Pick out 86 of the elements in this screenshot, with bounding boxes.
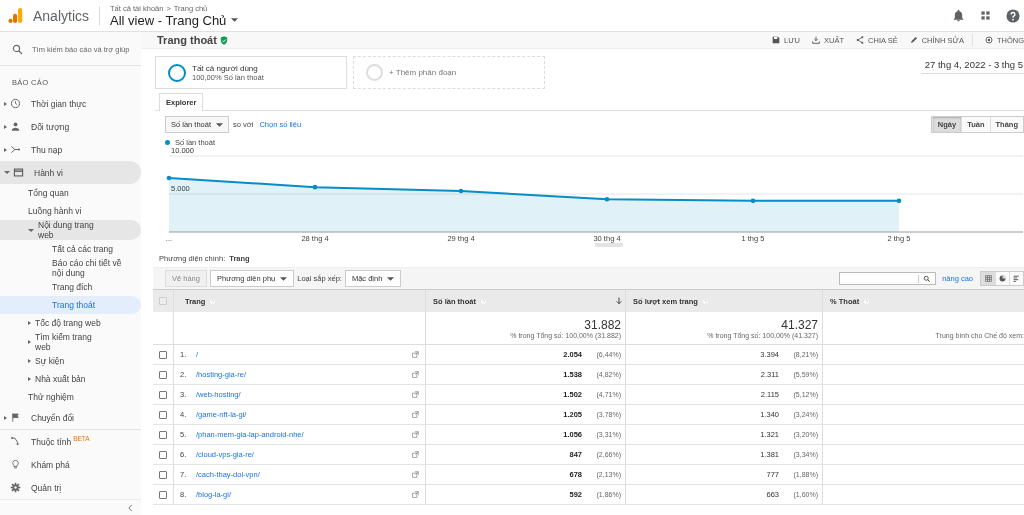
sidebar-item[interactable]: Thời gian thực bbox=[0, 92, 141, 115]
share-icon bbox=[856, 36, 865, 44]
data-point bbox=[750, 198, 756, 204]
select-all-checkbox[interactable] bbox=[159, 297, 167, 305]
bulb-icon bbox=[10, 459, 21, 470]
attribution-icon bbox=[10, 436, 21, 447]
caret-icon bbox=[231, 18, 239, 22]
sidebar-item[interactable]: Luồng hành vi bbox=[0, 202, 141, 220]
download-icon bbox=[812, 36, 821, 44]
total-value: 31.882 bbox=[584, 317, 621, 332]
open-page-icon[interactable] bbox=[412, 451, 419, 458]
sidebar-item[interactable]: Trang thoát bbox=[0, 296, 141, 314]
sidebar-item[interactable]: Nội dung trang web bbox=[0, 220, 141, 240]
sidebar-item[interactable]: Tất cả các trang bbox=[0, 240, 141, 258]
view-selector[interactable]: All view - Trang Chủ bbox=[110, 12, 239, 28]
total-value: 41.327 bbox=[781, 317, 818, 332]
table-view-button[interactable] bbox=[981, 272, 995, 285]
data-point bbox=[458, 188, 464, 194]
row-checkbox[interactable] bbox=[159, 410, 167, 419]
sidebar-item[interactable]: Hành vi bbox=[0, 161, 141, 184]
gear-icon bbox=[10, 482, 21, 493]
data-point bbox=[604, 197, 610, 202]
open-page-icon[interactable] bbox=[412, 351, 419, 358]
caret-icon bbox=[280, 276, 288, 281]
open-page-icon[interactable] bbox=[412, 371, 419, 378]
help-icon[interactable] bbox=[1006, 8, 1020, 23]
person-icon bbox=[10, 121, 21, 132]
verified-shield-icon bbox=[219, 35, 228, 45]
apps-grid-icon[interactable] bbox=[979, 9, 992, 22]
data-point bbox=[312, 184, 318, 190]
sidebar-item[interactable]: Đối tượng bbox=[0, 115, 141, 138]
sidebar-item[interactable]: Quản trị bbox=[0, 476, 141, 499]
sidebar-item[interactable]: Tìm kiếm trang web bbox=[0, 332, 141, 352]
collapse-chevron-icon[interactable] bbox=[128, 504, 133, 512]
bars-view-button[interactable] bbox=[1009, 272, 1023, 285]
row-checkbox[interactable] bbox=[159, 350, 167, 359]
fork-icon bbox=[10, 144, 21, 155]
caret-icon bbox=[387, 276, 395, 281]
open-page-icon[interactable] bbox=[412, 431, 419, 438]
sort-descending-arrow-icon[interactable] bbox=[616, 297, 622, 305]
sidebar-item[interactable]: Chuyển đổi bbox=[0, 406, 141, 429]
sidebar-item[interactable]: Sự kiện bbox=[0, 352, 141, 370]
bars-icon bbox=[1013, 275, 1020, 282]
pie-view-button[interactable] bbox=[995, 272, 1009, 285]
sidebar-item[interactable]: Nhà xuất bản bbox=[0, 370, 141, 388]
sidebar-item[interactable]: Báo cáo chi tiết về nội dung bbox=[0, 258, 141, 278]
table-search-field[interactable] bbox=[839, 272, 937, 285]
sidebar-item[interactable]: Tốc độ trang web bbox=[0, 314, 141, 332]
table-icon bbox=[985, 275, 992, 282]
sidebar-item[interactable]: Thuộc tính $^{BETA}$ bbox=[0, 430, 141, 453]
open-page-icon[interactable] bbox=[412, 471, 419, 478]
sidebar-item[interactable]: Thử nghiệm bbox=[0, 388, 141, 406]
row-checkbox[interactable] bbox=[159, 450, 167, 459]
open-page-icon[interactable] bbox=[412, 411, 419, 418]
product-name: Analytics bbox=[33, 7, 90, 24]
sidebar-item[interactable]: Thu nạp bbox=[0, 138, 141, 161]
row-checkbox[interactable] bbox=[159, 490, 167, 499]
segment-ring-icon bbox=[168, 63, 186, 82]
segment-name: Tất cả người dùng bbox=[192, 63, 259, 73]
sidebar-item[interactable]: Tổng quan bbox=[0, 184, 141, 202]
sidebar-item[interactable]: Trang đích bbox=[0, 278, 141, 296]
caret-icon bbox=[216, 122, 224, 127]
row-checkbox[interactable] bbox=[159, 370, 167, 379]
insights-icon bbox=[984, 36, 993, 44]
pie-icon bbox=[999, 275, 1006, 282]
flag-icon bbox=[10, 412, 21, 423]
pencil-icon bbox=[909, 36, 918, 44]
date-range-picker[interactable]: 27 thg 4, 2022 - 3 thg 5 bbox=[920, 57, 1024, 74]
add-segment-label: + Thêm phân đoạn bbox=[389, 68, 457, 77]
clock-icon bbox=[10, 98, 21, 109]
analytics-logo-icon bbox=[8, 7, 23, 24]
notifications-bell-icon[interactable] bbox=[952, 9, 965, 22]
window-icon bbox=[13, 167, 24, 178]
save-icon bbox=[772, 36, 781, 44]
open-page-icon[interactable] bbox=[412, 491, 419, 498]
add-segment-card[interactable]: + Thêm phân đoạn bbox=[353, 56, 545, 89]
sidebar-item[interactable]: Khám phá bbox=[0, 453, 141, 476]
open-page-icon[interactable] bbox=[412, 391, 419, 398]
row-checkbox[interactable] bbox=[159, 430, 167, 439]
search-icon bbox=[12, 44, 23, 55]
report-title: Trang thoát bbox=[157, 34, 217, 46]
segment-ring-icon bbox=[366, 64, 383, 81]
data-point bbox=[896, 198, 902, 204]
data-point bbox=[166, 175, 172, 181]
row-checkbox[interactable] bbox=[159, 390, 167, 399]
row-checkbox[interactable] bbox=[159, 470, 167, 479]
